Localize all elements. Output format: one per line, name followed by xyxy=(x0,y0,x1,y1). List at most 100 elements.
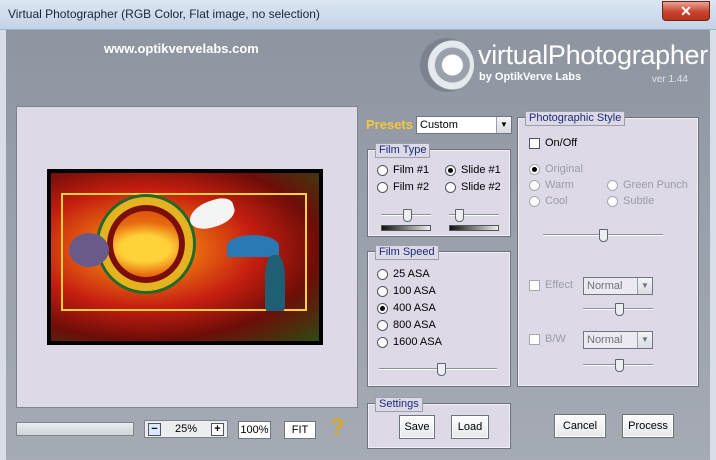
style-onoff-checkbox[interactable]: On/Off xyxy=(529,137,577,149)
presets-label: Presets xyxy=(366,117,413,132)
zoom-100-button[interactable]: 100% xyxy=(238,421,271,439)
radio-circle-icon xyxy=(529,195,540,207)
style-warm-radio[interactable]: Warm xyxy=(529,179,574,191)
radio-circle-icon xyxy=(377,268,388,280)
preview-image xyxy=(51,173,319,341)
film-type-group: Film Type Film #1 Slide #1 Film #2 Slide… xyxy=(368,143,510,236)
save-button[interactable]: Save xyxy=(399,415,435,439)
chevron-down-icon[interactable]: ▼ xyxy=(637,332,652,348)
radio-label: Original xyxy=(545,163,583,175)
load-button[interactable]: Load xyxy=(451,415,489,439)
radio-circle-icon xyxy=(377,336,388,348)
checkbox-icon xyxy=(529,333,540,345)
bw-selected-value: Normal xyxy=(587,334,623,346)
chevron-down-icon[interactable]: ▼ xyxy=(496,117,511,133)
process-button[interactable]: Process xyxy=(622,414,674,438)
film-type-legend: Film Type xyxy=(375,143,431,158)
photo-dancer-shape xyxy=(69,233,109,267)
radio-circle-icon xyxy=(377,181,388,193)
chevron-down-icon[interactable]: ▼ xyxy=(637,278,652,294)
help-icon[interactable]: ? xyxy=(330,414,345,442)
style-original-radio[interactable]: Original xyxy=(529,163,583,175)
radio-circle-icon xyxy=(445,181,456,193)
slider-thumb[interactable] xyxy=(437,363,446,376)
radio-label: Green Punch xyxy=(623,179,688,191)
radio-circle-icon xyxy=(529,163,540,175)
presets-selected-value: Custom xyxy=(420,119,458,131)
photo-ring-shape xyxy=(99,197,193,291)
photographic-style-group: Photographic Style On/Off Original Warm … xyxy=(518,111,698,386)
slider-thumb[interactable] xyxy=(615,303,624,316)
style-green-punch-radio[interactable]: Green Punch xyxy=(607,179,688,191)
cancel-button[interactable]: Cancel xyxy=(554,414,606,438)
progress-bar xyxy=(16,422,134,436)
window-title: Virtual Photographer (RGB Color, Flat im… xyxy=(8,7,320,21)
checkbox-label: B/W xyxy=(545,333,566,345)
photo-figure-shape xyxy=(265,255,285,311)
slider-thumb[interactable] xyxy=(615,359,624,372)
bw-select[interactable]: Normal ▼ xyxy=(583,331,653,349)
film-type-film2-radio[interactable]: Film #2 xyxy=(377,181,429,193)
bw-checkbox[interactable]: B/W xyxy=(529,333,566,345)
zoom-in-button[interactable]: + xyxy=(211,423,224,436)
slider-thumb[interactable] xyxy=(455,209,464,222)
radio-circle-icon xyxy=(529,179,540,191)
film-speed-slider[interactable] xyxy=(379,363,497,376)
film-type-gradient-1 xyxy=(381,225,431,231)
radio-circle-icon xyxy=(607,179,618,191)
radio-label: 800 ASA xyxy=(393,319,436,331)
radio-circle-icon xyxy=(377,285,388,297)
speed-800-radio[interactable]: 800 ASA xyxy=(377,319,436,331)
slider-thumb[interactable] xyxy=(403,209,412,222)
image-preview-panel[interactable] xyxy=(16,106,358,408)
film-type-gradient-2 xyxy=(449,225,499,231)
radio-label: Slide #1 xyxy=(461,164,501,176)
film-type-slider-1[interactable] xyxy=(381,209,431,222)
settings-group: Settings Save Load xyxy=(368,397,510,448)
photo-umbrella-shape xyxy=(227,235,279,257)
style-intensity-slider[interactable] xyxy=(543,229,663,242)
effect-select[interactable]: Normal ▼ xyxy=(583,277,653,295)
settings-legend: Settings xyxy=(375,397,423,412)
film-type-slide2-radio[interactable]: Slide #2 xyxy=(445,181,501,193)
title-bar[interactable]: Virtual Photographer (RGB Color, Flat im… xyxy=(0,0,716,30)
photographic-style-legend: Photographic Style xyxy=(525,111,626,126)
effect-selected-value: Normal xyxy=(587,280,623,292)
logo-subtitle: by OptikVerve Labs xyxy=(479,71,582,83)
radio-circle-icon xyxy=(607,195,618,207)
brand-logo: virtualPhotographer by OptikVerve Labs v… xyxy=(420,36,710,92)
radio-label: Warm xyxy=(545,179,574,191)
radio-label: Slide #2 xyxy=(461,181,501,193)
zoom-fit-button[interactable]: FIT xyxy=(284,421,316,439)
zoom-out-button[interactable]: − xyxy=(148,423,161,436)
speed-100-radio[interactable]: 100 ASA xyxy=(377,285,436,297)
style-cool-radio[interactable]: Cool xyxy=(529,195,568,207)
website-link[interactable]: www.optikvervelabs.com xyxy=(104,41,259,56)
close-button[interactable]: ✕ xyxy=(662,1,710,21)
slider-thumb[interactable] xyxy=(599,229,608,242)
radio-label: Subtle xyxy=(623,195,655,207)
radio-circle-icon xyxy=(445,164,456,176)
speed-1600-radio[interactable]: 1600 ASA xyxy=(377,336,442,348)
radio-label: 25 ASA xyxy=(393,268,430,280)
speed-400-radio[interactable]: 400 ASA xyxy=(377,302,436,314)
film-type-slider-2[interactable] xyxy=(449,209,499,222)
film-speed-legend: Film Speed xyxy=(375,245,439,260)
effect-checkbox[interactable]: Effect xyxy=(529,279,573,291)
film-type-film1-radio[interactable]: Film #1 xyxy=(377,164,429,176)
film-type-slide1-radio[interactable]: Slide #1 xyxy=(445,164,501,176)
checkbox-label: On/Off xyxy=(545,137,578,149)
preview-image-frame xyxy=(47,169,323,345)
zoom-control: − 25% + xyxy=(144,420,228,438)
bw-slider[interactable] xyxy=(583,359,653,372)
logo-circle-icon xyxy=(420,38,474,92)
style-subtle-radio[interactable]: Subtle xyxy=(607,195,654,207)
presets-select[interactable]: Custom ▼ xyxy=(416,116,512,134)
radio-circle-icon xyxy=(377,302,388,314)
speed-25-radio[interactable]: 25 ASA xyxy=(377,268,430,280)
film-speed-group: Film Speed 25 ASA 100 ASA 400 ASA 800 AS… xyxy=(368,245,510,386)
radio-label: Cool xyxy=(545,195,568,207)
radio-circle-icon xyxy=(377,319,388,331)
radio-circle-icon xyxy=(377,164,388,176)
effect-slider[interactable] xyxy=(583,303,653,316)
